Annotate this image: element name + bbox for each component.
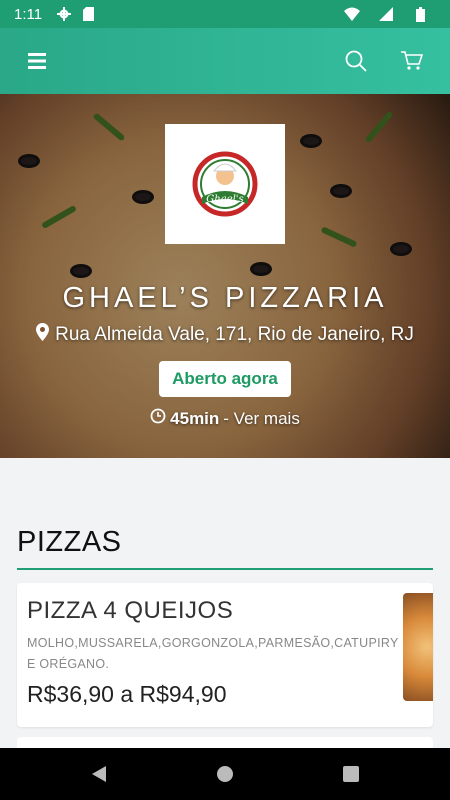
battery-icon (412, 6, 428, 22)
signal-icon (378, 6, 394, 22)
location-pin-icon (36, 323, 50, 347)
restaurant-address: Rua Almeida Vale, 171, Rio de Janeiro, R… (0, 323, 450, 347)
address-text: Rua Almeida Vale, 171, Rio de Janeiro, R… (55, 324, 414, 345)
clock-icon (150, 408, 166, 429)
restaurant-logo: Ghael's (165, 124, 285, 244)
menu-item-name: PIZZA 4 QUEIJOS (27, 597, 234, 624)
status-time: 1:11 (14, 5, 43, 23)
svg-text:Ghael's: Ghael's (206, 194, 243, 205)
hamburger-icon[interactable] (18, 41, 58, 81)
restaurant-name: GHAEL’S PIZZARIA (62, 282, 388, 314)
app-toolbar (0, 28, 450, 94)
section-divider (17, 568, 433, 570)
section-title: PIZZAS (17, 526, 122, 558)
menu-item-card[interactable]: PIZZA 4 QUEIJOS MOLHO,MUSSARELA,GORGONZO… (17, 583, 433, 727)
sd-card-icon (80, 6, 96, 22)
delivery-time-value: 45min (170, 408, 220, 428)
cart-icon[interactable] (392, 41, 432, 81)
wifi-icon (344, 6, 360, 22)
search-icon[interactable] (336, 41, 376, 81)
home-icon[interactable] (162, 748, 288, 800)
recents-icon[interactable] (288, 748, 414, 800)
menu-item-thumbnail (403, 593, 433, 701)
status-bar: 1:11 (0, 0, 450, 28)
system-navigation-bar (0, 748, 450, 800)
open-status-badge: Aberto agora (159, 361, 291, 397)
menu-item-description: MOLHO,MUSSARELA,GORGONZOLA,PARMESÃO,CATU… (27, 636, 399, 671)
delivery-time-info[interactable]: 45min - Ver mais (0, 408, 450, 429)
pizzas-section-header: PIZZAS (17, 526, 433, 570)
back-icon[interactable] (36, 748, 162, 800)
see-more-link[interactable]: - Ver mais (223, 409, 300, 429)
gear-icon (56, 6, 72, 22)
restaurant-hero: Ghael's GHAEL’S PIZZARIA Rua Almeida Val… (0, 94, 450, 458)
menu-item-price: R$36,90 a R$94,90 (27, 681, 227, 707)
